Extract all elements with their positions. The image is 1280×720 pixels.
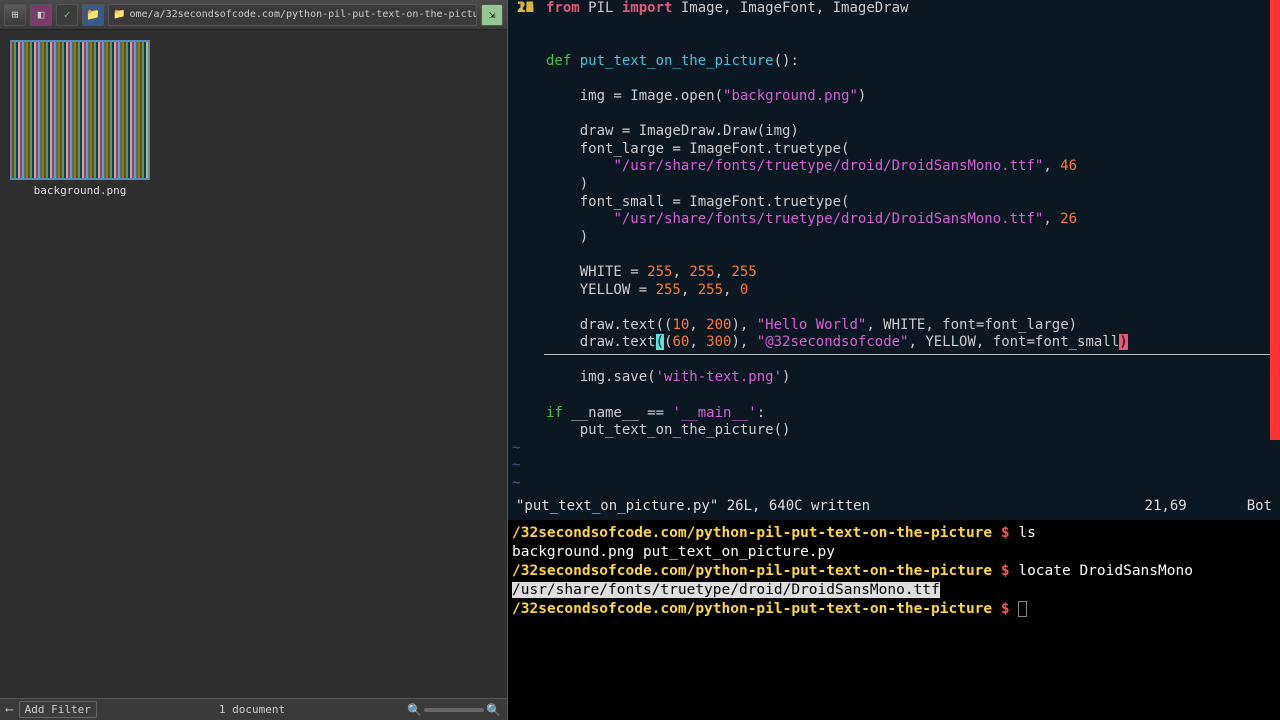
doc-count: 1 document [103,703,401,716]
vim-tilde: ~ [508,475,1280,493]
shell-cursor [1018,601,1027,617]
vim-tilde: ~ [508,440,1280,458]
vim-editor[interactable]: 2from PIL import Image, ImageFont, Image… [508,0,1280,520]
tab-path: ome/a/32secondsofcode.com/python-pil-put… [129,9,477,20]
fm-toolbar: ⊞ ◧ ✓ 📁 📁 ome/a/32secondsofcode.com/pyth… [0,0,507,30]
zoom-in-icon[interactable]: 🔍 [486,703,501,717]
shell-cwd: /32secondsofcode.com/python-pil-put-text… [512,601,992,617]
fm-statusbar: ⟵ Add Filter 1 document 🔍 🔍 [0,698,507,720]
shell[interactable]: /32secondsofcode.com/python-pil-put-text… [508,520,1280,720]
shell-prompt: $ [1001,525,1010,541]
shell-cwd: /32secondsofcode.com/python-pil-put-text… [512,563,992,579]
view-grid-icon[interactable]: ⊞ [4,4,26,26]
file-label: background.png [10,184,150,197]
location-tab[interactable]: 📁 ome/a/32secondsofcode.com/python-pil-p… [108,4,477,26]
tab-folder-icon: 📁 [113,9,125,20]
folder-icon[interactable]: 📁 [82,4,104,26]
file-manager-pane: ⊞ ◧ ✓ 📁 📁 ome/a/32secondsofcode.com/pyth… [0,0,508,720]
code-area[interactable]: 2from PIL import Image, ImageFont, Image… [508,0,1280,440]
vim-message: "put_text_on_picture.py" 26L, 640C writt… [516,498,870,516]
shell-output: background.png put_text_on_picture.py [512,543,1276,562]
app-icon[interactable]: ◧ [30,4,52,26]
file-item[interactable]: background.png [10,40,150,688]
back-icon[interactable]: ⟵ [6,703,13,716]
shell-output-selected: /usr/share/fonts/truetype/droid/DroidSan… [512,582,940,598]
zoom-slider[interactable] [424,708,484,712]
shell-prompt: $ [1001,563,1010,579]
file-area[interactable]: background.png [0,30,507,698]
vim-tilde: ~ [508,457,1280,475]
shell-cmd: ls [1018,525,1035,541]
zoom-control[interactable]: 🔍 🔍 [407,703,501,717]
cursor-underline [544,354,1270,355]
add-filter-button[interactable]: Add Filter [19,701,97,718]
nav-action-icon[interactable]: ⇲ [481,4,503,26]
shell-cwd: /32secondsofcode.com/python-pil-put-text… [512,525,992,541]
shell-cmd: locate DroidSansMono [1018,563,1193,579]
check-icon[interactable]: ✓ [56,4,78,26]
zoom-out-icon[interactable]: 🔍 [407,703,422,717]
vim-scroll: Bot [1247,498,1272,516]
file-thumbnail[interactable] [10,40,150,180]
terminal-pane: 2from PIL import Image, ImageFont, Image… [508,0,1280,720]
vim-position: 21,69 [1145,498,1187,516]
vim-statusline: "put_text_on_picture.py" 26L, 640C writt… [516,498,1272,516]
shell-prompt: $ [1001,601,1010,617]
